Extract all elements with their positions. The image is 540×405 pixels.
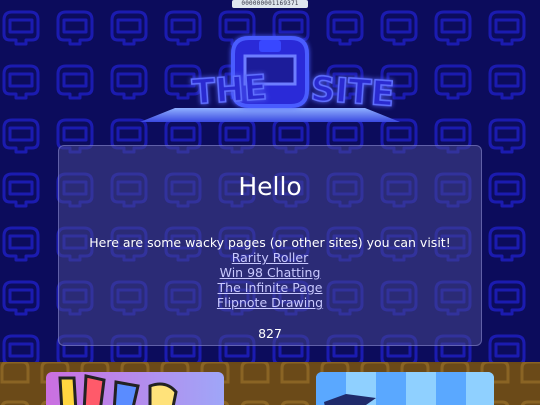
- list-item: The Infinite Page: [59, 280, 481, 295]
- link-rarity-roller[interactable]: Rarity Roller: [232, 250, 309, 265]
- visit-count: 827: [258, 326, 282, 341]
- featured-tile-1[interactable]: [46, 372, 224, 405]
- featured-tile-2[interactable]: [316, 372, 494, 405]
- site-logo[interactable]: THE SITE: [135, 26, 405, 126]
- link-flipnote-drawing[interactable]: Flipnote Drawing: [217, 295, 323, 310]
- logo-text-left: THE: [191, 68, 268, 113]
- tile-art-2: [316, 372, 494, 405]
- logo-text-right: SITE: [309, 69, 395, 115]
- list-item: Win 98 Chatting: [59, 265, 481, 280]
- intro-text: Here are some wacky pages (or other site…: [89, 235, 451, 250]
- featured-strip: [0, 362, 540, 405]
- visitor-counter: 000000001169371: [232, 0, 308, 8]
- link-infinite-page[interactable]: The Infinite Page: [218, 280, 323, 295]
- list-item: Flipnote Drawing: [59, 295, 481, 310]
- tile-art-1: [58, 374, 178, 405]
- page-title: Hello: [238, 172, 302, 201]
- list-item: Rarity Roller: [59, 250, 481, 265]
- link-list: Rarity Roller Win 98 Chatting The Infini…: [59, 250, 481, 310]
- welcome-card: Hello Here are some wacky pages (or othe…: [58, 145, 482, 346]
- link-win98-chatting[interactable]: Win 98 Chatting: [220, 265, 321, 280]
